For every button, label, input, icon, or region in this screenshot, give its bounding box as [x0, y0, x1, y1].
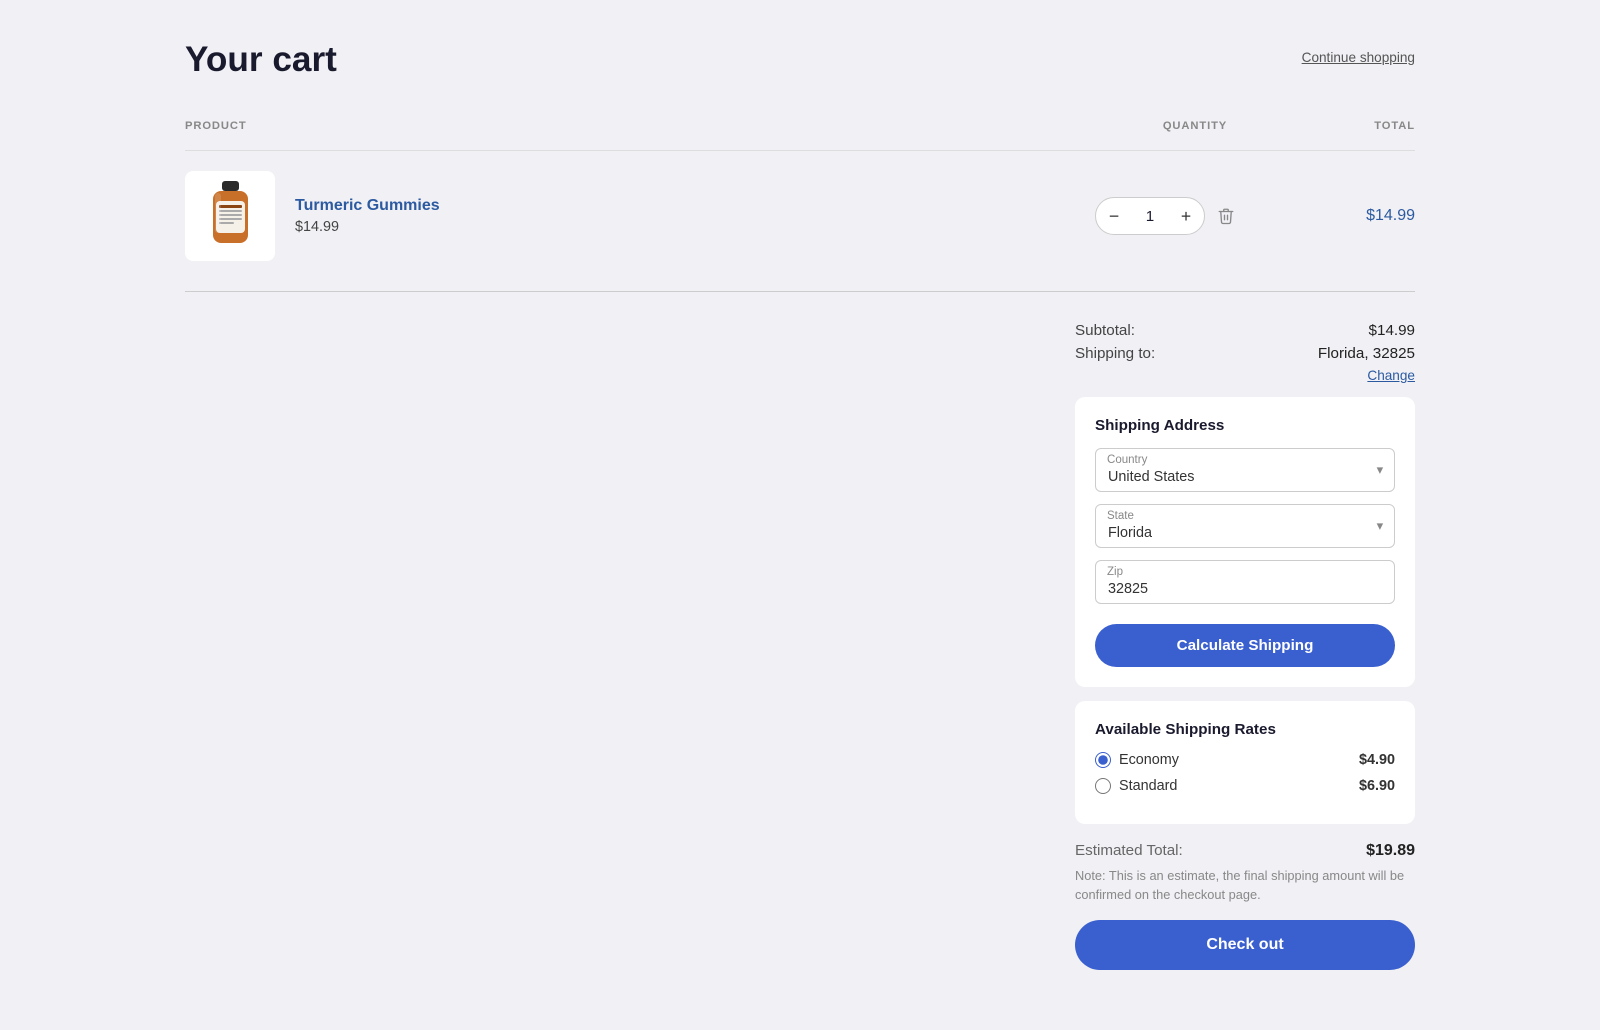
state-field: State Florida California New York Texas … [1095, 504, 1395, 548]
zip-field: Zip [1095, 560, 1395, 604]
column-header-product: PRODUCT [185, 120, 1095, 132]
shipping-to-row: Shipping to: Florida, 32825 [1075, 345, 1415, 362]
country-field: Country United States Canada United King… [1095, 448, 1395, 492]
shipping-to-label: Shipping to: [1075, 345, 1155, 362]
rate-standard-text: Standard [1119, 778, 1177, 794]
rate-economy-option: Economy $4.90 [1095, 752, 1395, 768]
quantity-decrease-button[interactable]: − [1096, 198, 1132, 234]
country-select[interactable]: United States Canada United Kingdom [1095, 448, 1395, 492]
shipping-rates-card: Available Shipping Rates Economy $4.90 S… [1075, 701, 1415, 824]
subtotal-row: Subtotal: $14.99 [1075, 322, 1415, 339]
rate-economy-radio[interactable] [1095, 752, 1111, 768]
column-header-total: TOTAL [1295, 120, 1415, 132]
quantity-control: − 1 + [1095, 197, 1295, 235]
zip-input[interactable] [1095, 560, 1395, 604]
rate-standard-label[interactable]: Standard [1095, 778, 1177, 794]
rate-standard-radio[interactable] [1095, 778, 1111, 794]
rate-standard-price: $6.90 [1359, 778, 1395, 794]
calculate-shipping-button[interactable]: Calculate Shipping [1095, 624, 1395, 667]
product-bottle-icon [203, 179, 258, 254]
subtotal-label: Subtotal: [1075, 322, 1135, 339]
shipping-to-value: Florida, 32825 [1318, 345, 1415, 362]
product-price: $14.99 [295, 219, 440, 235]
estimated-total-row: Estimated Total: $19.89 [1075, 842, 1415, 860]
estimated-total-label: Estimated Total: [1075, 842, 1183, 860]
rate-standard-option: Standard $6.90 [1095, 778, 1395, 794]
rate-economy-price: $4.90 [1359, 752, 1395, 768]
delete-item-button[interactable] [1213, 203, 1239, 229]
table-row: Turmeric Gummies $14.99 − 1 + $14.99 [185, 150, 1415, 281]
rate-economy-label[interactable]: Economy [1095, 752, 1179, 768]
state-select[interactable]: Florida California New York Texas [1095, 504, 1395, 548]
product-name: Turmeric Gummies [295, 197, 440, 215]
rates-title: Available Shipping Rates [1095, 721, 1395, 738]
subtotal-value: $14.99 [1369, 322, 1415, 339]
quantity-increase-button[interactable]: + [1168, 198, 1204, 234]
column-header-quantity: QUANTITY [1095, 120, 1295, 132]
shipping-address-title: Shipping Address [1095, 417, 1395, 434]
continue-shopping-link[interactable]: Continue shopping [1302, 50, 1415, 65]
product-image [185, 171, 275, 261]
cart-divider [185, 291, 1415, 292]
checkout-button[interactable]: Check out [1075, 920, 1415, 970]
change-shipping-link[interactable]: Change [1075, 368, 1415, 383]
quantity-value: 1 [1132, 208, 1168, 225]
estimated-total-value: $19.89 [1366, 842, 1415, 860]
line-total: $14.99 [1295, 207, 1415, 225]
page-title: Your cart [185, 40, 337, 80]
shipping-address-card: Shipping Address Country United States C… [1075, 397, 1415, 687]
shipping-note: Note: This is an estimate, the final shi… [1075, 866, 1415, 904]
rate-economy-text: Economy [1119, 752, 1179, 768]
trash-icon [1217, 207, 1235, 225]
